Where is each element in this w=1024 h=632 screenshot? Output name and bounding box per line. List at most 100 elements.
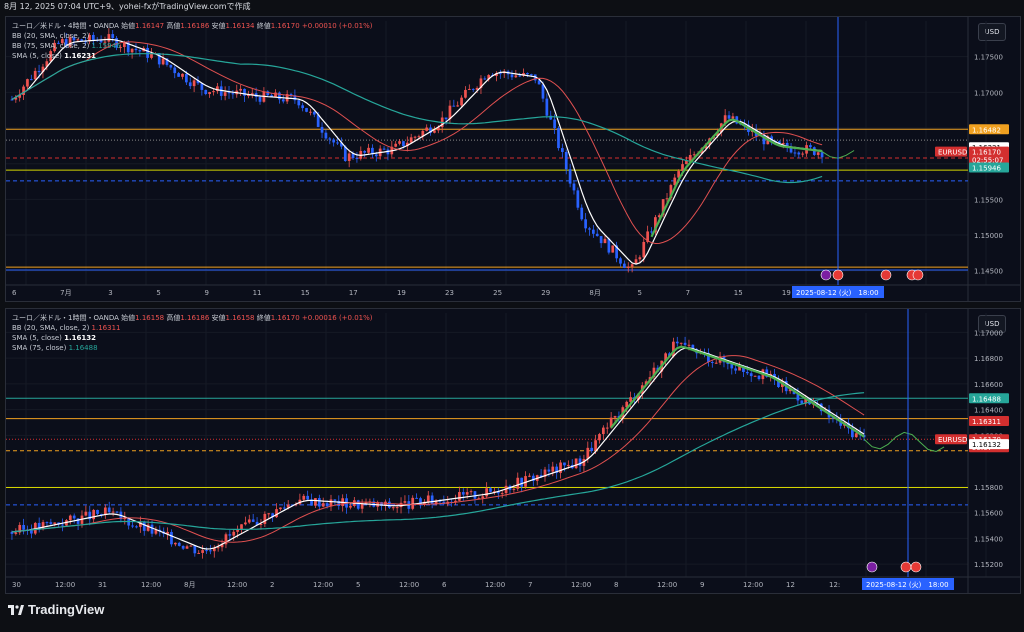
candle-body	[594, 440, 597, 451]
candle-body	[394, 143, 398, 147]
time-tick-label: 12:00	[571, 581, 591, 589]
symbol-label[interactable]: ユーロ／米ドル・4時間・OANDA	[12, 22, 119, 30]
high-prefix: 高値	[166, 22, 181, 30]
candle-body	[403, 501, 407, 503]
chart-panel-1h[interactable]: ユーロ／米ドル・1時間・OANDA 始値1.16158 高値1.16186 安値…	[5, 308, 1021, 594]
price-tick-label: 1.15200	[974, 561, 1003, 569]
indicator-sma5[interactable]: SMA (5, close) 1.16231	[12, 51, 373, 61]
time-tick-label: 12:00	[743, 581, 763, 589]
price-badge-label: 1.16311	[972, 418, 1001, 426]
symbol-label[interactable]: ユーロ／米ドル・1時間・OANDA	[12, 314, 119, 322]
chart-panel-4h[interactable]: ユーロ／米ドル・4時間・OANDA 始値1.16147 高値1.16186 安値…	[5, 16, 1021, 302]
time-tick-label: 5	[356, 581, 360, 589]
indicator-bb75[interactable]: BB (75, SMA, close, 2) 1.15946	[12, 41, 373, 51]
open-value: 1.16147	[135, 22, 165, 30]
candle-body	[734, 368, 738, 371]
candle-body	[465, 492, 469, 495]
candle-body	[444, 117, 448, 120]
candle-body	[355, 157, 359, 159]
candle-body	[518, 75, 522, 77]
time-tick-label: 25	[493, 289, 502, 297]
candle-body	[208, 92, 211, 95]
candle-body	[541, 84, 545, 99]
bb75-label: BB (75, SMA, close, 2)	[12, 42, 90, 50]
open-prefix: 始値	[121, 314, 136, 322]
brand-text: TradingView	[28, 602, 105, 617]
candle-body	[599, 236, 603, 244]
candle-body	[247, 519, 251, 523]
candle-body	[332, 139, 336, 143]
wave-highlight	[650, 118, 823, 238]
price-tick-label: 1.15000	[974, 232, 1003, 240]
candle-body	[356, 500, 360, 509]
candle-body	[174, 542, 177, 545]
candle-body	[461, 492, 465, 495]
candle-body	[619, 258, 622, 264]
price-badge-label: 1.16170	[972, 149, 1001, 157]
candle-body	[374, 154, 378, 157]
candle-body	[683, 342, 687, 345]
time-tick-label: 12:00	[485, 581, 505, 589]
candle-body	[642, 241, 646, 258]
indicator-sma5[interactable]: SMA (5, close) 1.16132	[12, 333, 373, 343]
candle-body	[251, 519, 255, 522]
price-tick-label: 1.15800	[974, 484, 1003, 492]
candle-body	[417, 136, 421, 138]
time-tick-label: 2	[270, 581, 274, 589]
sma75-label: SMA (75, close)	[12, 344, 67, 352]
candle-body	[574, 458, 578, 469]
candle-body	[177, 73, 180, 77]
candle-body	[49, 522, 53, 524]
candle-body	[598, 434, 601, 441]
time-tick-label: 19	[397, 289, 406, 297]
candle-body	[37, 70, 41, 73]
indicator-bb20[interactable]: BB (20, SMA, close, 2) 1.16311	[12, 323, 373, 333]
candle-body	[557, 128, 560, 149]
price-tick-label: 1.16600	[974, 381, 1003, 389]
candle-body	[731, 116, 735, 119]
candle-body	[170, 531, 173, 545]
candle-body	[566, 464, 570, 466]
candle-body	[192, 80, 196, 87]
time-tick-label: 5	[638, 289, 642, 297]
event-marker-icon	[910, 561, 922, 573]
candle-body	[402, 141, 405, 147]
candle-body	[306, 495, 310, 500]
pair-badge-label: EURUSD	[938, 436, 967, 444]
time-tick-label: 29	[541, 289, 550, 297]
candle-body	[279, 507, 282, 510]
candle-body	[321, 503, 325, 507]
candle-body	[205, 550, 208, 552]
candle-body	[131, 525, 134, 527]
event-marker-icon	[880, 269, 892, 281]
candle-body	[317, 498, 321, 507]
candle-body	[92, 509, 96, 520]
indicator-sma75[interactable]: SMA (75, close) 1.16488	[12, 343, 373, 353]
pair-badge-label: EURUSD	[938, 149, 967, 157]
time-tick-label: 17	[349, 289, 358, 297]
candle-body	[209, 550, 212, 552]
candle-body	[781, 142, 785, 144]
tradingview-icon	[8, 605, 24, 615]
candle-body	[243, 88, 246, 96]
candle-body	[588, 228, 591, 230]
candle-body	[142, 522, 146, 531]
candle-body	[181, 73, 184, 77]
candle-body	[193, 545, 197, 554]
candle-body	[10, 99, 14, 101]
candle-body	[630, 264, 634, 267]
candle-body	[452, 105, 456, 107]
candle-body	[382, 148, 386, 150]
indicator-bb20[interactable]: BB (20, SMA, close, 2)	[12, 31, 373, 41]
time-tick-label: 7	[528, 581, 532, 589]
candle-body	[481, 496, 485, 499]
time-tick-label: 15	[301, 289, 310, 297]
candle-body	[26, 79, 29, 87]
cursor-time-label: 2025-08-12 (火) 18:00	[866, 581, 949, 589]
candle-body	[528, 475, 531, 477]
candle-body	[29, 79, 33, 81]
candle-body	[603, 238, 607, 244]
candle-body	[347, 153, 351, 162]
time-tick-label: 23	[445, 289, 454, 297]
low-prefix: 安値	[211, 22, 226, 30]
